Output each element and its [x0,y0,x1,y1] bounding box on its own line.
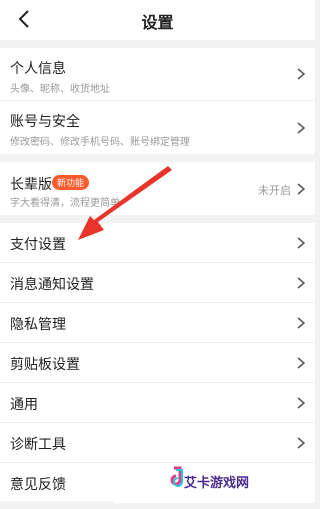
row-title: 个人信息 [10,60,66,76]
settings-row-privacy[interactable]: 隐私管理 [0,303,315,343]
row-title: 消息通知设置 [10,276,94,292]
row-title: 隐私管理 [10,316,66,332]
settings-row-elder-mode[interactable]: 长辈版 新功能 字大看得清，流程更简单 未开启 [0,162,315,215]
elder-mode-group: 长辈版 新功能 字大看得清，流程更简单 未开启 [0,162,315,215]
row-title: 意见反馈 [10,476,66,492]
status-text: 未开启 [258,184,291,197]
settings-row-notifications[interactable]: 消息通知设置 [0,263,315,303]
row-subtitle: 字大看得清，流程更简单 [10,198,120,209]
chevron-right-icon [297,236,305,249]
chevron-right-icon [297,121,305,134]
row-subtitle: 头像、昵称、收货地址 [10,84,110,95]
chevron-right-icon [297,316,305,329]
new-feature-badge: 新功能 [52,175,90,190]
chevron-right-icon [297,436,305,449]
general-settings-group: 支付设置 消息通知设置 隐私管理 剪贴板设置 通用 诊断工具 意见反馈 [0,223,315,503]
settings-row-payment[interactable]: 支付设置 [0,223,315,263]
chevron-right-icon [297,396,305,409]
row-title: 长辈版 [10,176,52,192]
account-group: 个人信息 头像、昵称、收货地址 账号与安全 修改密码、修改手机号码、账号绑定管理 [0,48,315,154]
chevron-right-icon [297,68,305,80]
watermark-text: 艾卡游戏网 [184,475,250,490]
settings-row-account-security[interactable]: 账号与安全 修改密码、修改手机号码、账号绑定管理 [0,101,315,154]
bottom-divider [0,501,114,509]
chevron-right-icon [297,276,305,289]
settings-row-general[interactable]: 通用 [0,383,315,423]
row-title: 支付设置 [10,236,66,252]
row-title: 通用 [10,396,38,412]
settings-row-diagnostics[interactable]: 诊断工具 [0,423,315,463]
row-subtitle: 修改密码、修改手机号码、账号绑定管理 [10,137,190,148]
row-title: 诊断工具 [10,436,66,452]
top-bar: 设置 [0,0,315,40]
chevron-right-icon [297,182,305,195]
row-title: 账号与安全 [10,113,80,129]
row-title: 剪贴板设置 [10,356,80,372]
settings-row-clipboard[interactable]: 剪贴板设置 [0,343,315,383]
chevron-right-icon [297,356,305,369]
page-title: 设置 [141,15,174,32]
settings-row-feedback[interactable]: 意见反馈 [0,463,315,503]
settings-row-profile[interactable]: 个人信息 头像、昵称、收货地址 [0,48,315,101]
